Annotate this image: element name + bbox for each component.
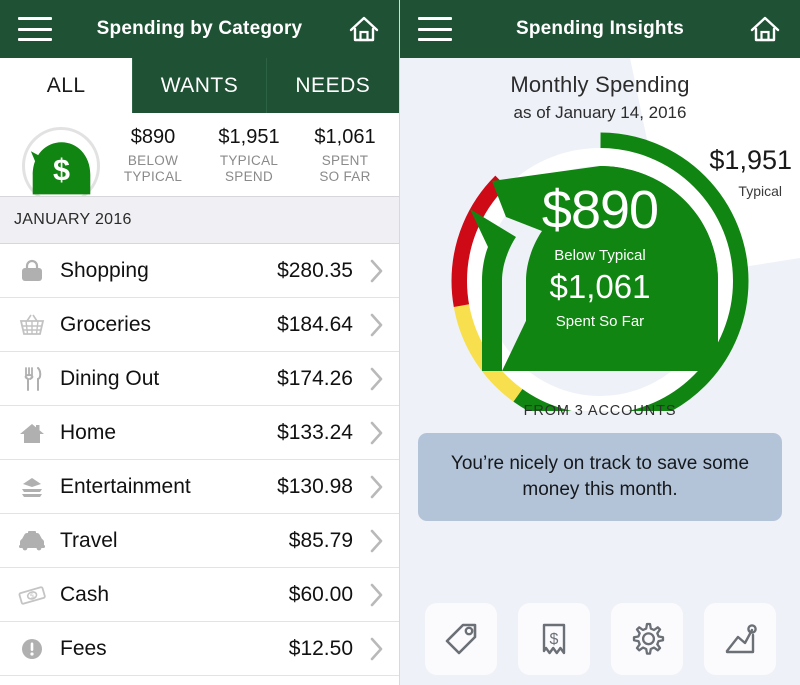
category-name: Dining Out [60,366,160,390]
home-icon[interactable] [347,14,381,44]
accounts-note: FROM 3 ACCOUNTS [523,403,677,419]
basket-icon [10,308,54,342]
right-navbar: Spending Insights [400,0,800,58]
receipt-dollar-icon: $ [542,623,565,655]
home-icon[interactable] [748,14,782,44]
chevron-right-icon[interactable] [369,420,385,446]
category-amount: $133.24 [277,420,353,444]
category-amount: $174.26 [277,366,353,390]
tab-wants[interactable]: WANTS [133,58,267,113]
category-row-cash[interactable]: $ Cash $60.00 [0,568,399,622]
gear-icon [632,622,664,655]
category-row-home[interactable]: Home $133.24 [0,406,399,460]
category-row-groceries[interactable]: Groceries $184.64 [0,298,399,352]
chevron-right-icon[interactable] [369,528,385,554]
stat-typical-spend: $1,951 TYPICAL SPEND [201,113,297,196]
summary-strip: $ $890 BELOW TYPICAL $1,951 TYPICAL SPEN… [0,113,399,196]
category-name: Travel [60,528,118,552]
chevron-right-icon[interactable] [369,582,385,608]
tab-needs-label: NEEDS [295,73,371,97]
category-name: Groceries [60,312,152,336]
chevron-right-icon[interactable] [369,312,385,338]
exclamation-icon [10,632,54,666]
insights-title: Monthly Spending [510,72,690,97]
stat-label-line2: SO FAR [319,168,371,184]
svg-text:$: $ [53,153,70,187]
left-navbar: Spending by Category [0,0,399,58]
stat-spent-so-far: $1,061 SPENT SO FAR [297,113,393,196]
stat-label: BELOW TYPICAL [124,153,182,185]
category-name: Entertainment [60,474,191,498]
gauge-chart [451,132,749,411]
chevron-right-icon[interactable] [369,636,385,662]
stat-label-line1: BELOW [127,152,179,168]
fork-knife-icon [10,362,54,396]
category-row-entertainment[interactable]: Entertainment $130.98 [0,460,399,514]
chevron-right-icon[interactable] [369,366,385,392]
stat-label: TYPICAL SPEND [220,153,278,185]
svg-text:$: $ [549,631,558,648]
category-amount: $12.50 [288,636,353,660]
tickets-icon [10,470,54,504]
category-row-fees[interactable]: Fees $12.50 [0,622,399,676]
stat-amount: $1,061 [314,125,376,148]
settings-button[interactable] [610,603,683,675]
banknote-icon: $ [10,578,54,612]
hamburger-menu-icon[interactable] [418,17,452,41]
category-amount: $85.79 [288,528,353,552]
category-name: Home [60,420,117,444]
category-amount: $184.64 [277,312,353,336]
stat-label-line2: TYPICAL [123,168,183,184]
insight-message-text: You’re nicely on track to save some mone… [450,453,750,500]
tab-wants-label: WANTS [160,73,239,97]
spending-by-category-panel: Spending by Category ALL WANTS NEEDS $ $… [0,0,400,685]
category-name: Cash [60,582,110,606]
tag-button[interactable] [424,603,497,675]
stat-label-line1: SPENT [321,152,369,168]
piggy-bank-icon: $ [0,113,105,196]
category-name: Shopping [60,258,149,282]
page-title: Spending by Category [96,18,303,39]
tag-icon [445,623,476,655]
car-icon [10,524,54,558]
stat-amount: $1,951 [218,125,280,148]
tab-needs[interactable]: NEEDS [267,58,399,113]
piggy-bank-glyph: $ [30,142,91,195]
category-row-shopping[interactable]: Shopping $280.35 [0,244,399,298]
trend-chart-icon [725,624,757,654]
bottom-toolbar: $ [400,603,800,675]
chevron-right-icon[interactable] [369,474,385,500]
tab-all-label: ALL [46,73,86,97]
stat-below-typical: $890 BELOW TYPICAL [105,113,201,196]
insights-chart-button[interactable] [703,603,776,675]
category-row-travel[interactable]: Travel $85.79 [0,514,399,568]
handbag-icon [10,254,54,288]
category-amount: $60.00 [288,582,353,606]
app-root: Spending by Category ALL WANTS NEEDS $ $… [0,0,800,685]
stat-amount: $890 [130,125,176,148]
category-row-dining-out[interactable]: Dining Out $174.26 [0,352,399,406]
insights-subtitle: as of January 14, 2016 [513,103,687,122]
summary-stats: $890 BELOW TYPICAL $1,951 TYPICAL SPEND … [105,113,399,196]
category-tabs: ALL WANTS NEEDS [0,58,399,113]
spending-gauge: $890 Below Typical $1,061 Spent So Far $… [400,125,800,411]
tab-all[interactable]: ALL [0,58,134,113]
category-name: Fees [60,636,107,660]
spending-insights-panel: Spending Insights Monthly Spending as of… [400,0,800,685]
page-title: Spending Insights [515,18,685,39]
category-amount: $280.35 [277,258,353,282]
insight-message-box: You’re nicely on track to save some mone… [418,433,782,521]
receipt-button[interactable]: $ [517,603,590,675]
chevron-right-icon[interactable] [369,258,385,284]
svg-text:$: $ [30,592,36,600]
stat-label-line1: TYPICAL [219,152,279,168]
category-amount: $130.98 [277,474,353,498]
category-list: Shopping $280.35 Groceries $184.64 Dinin… [0,244,399,676]
stat-label-line2: SPEND [224,168,273,184]
insights-heading-block: Monthly Spending as of January 14, 2016 [400,58,800,123]
stat-label: SPENT SO FAR [319,153,370,185]
month-header: JANUARY 2016 [0,196,399,244]
hamburger-menu-icon[interactable] [18,17,52,41]
house-icon [10,416,54,450]
